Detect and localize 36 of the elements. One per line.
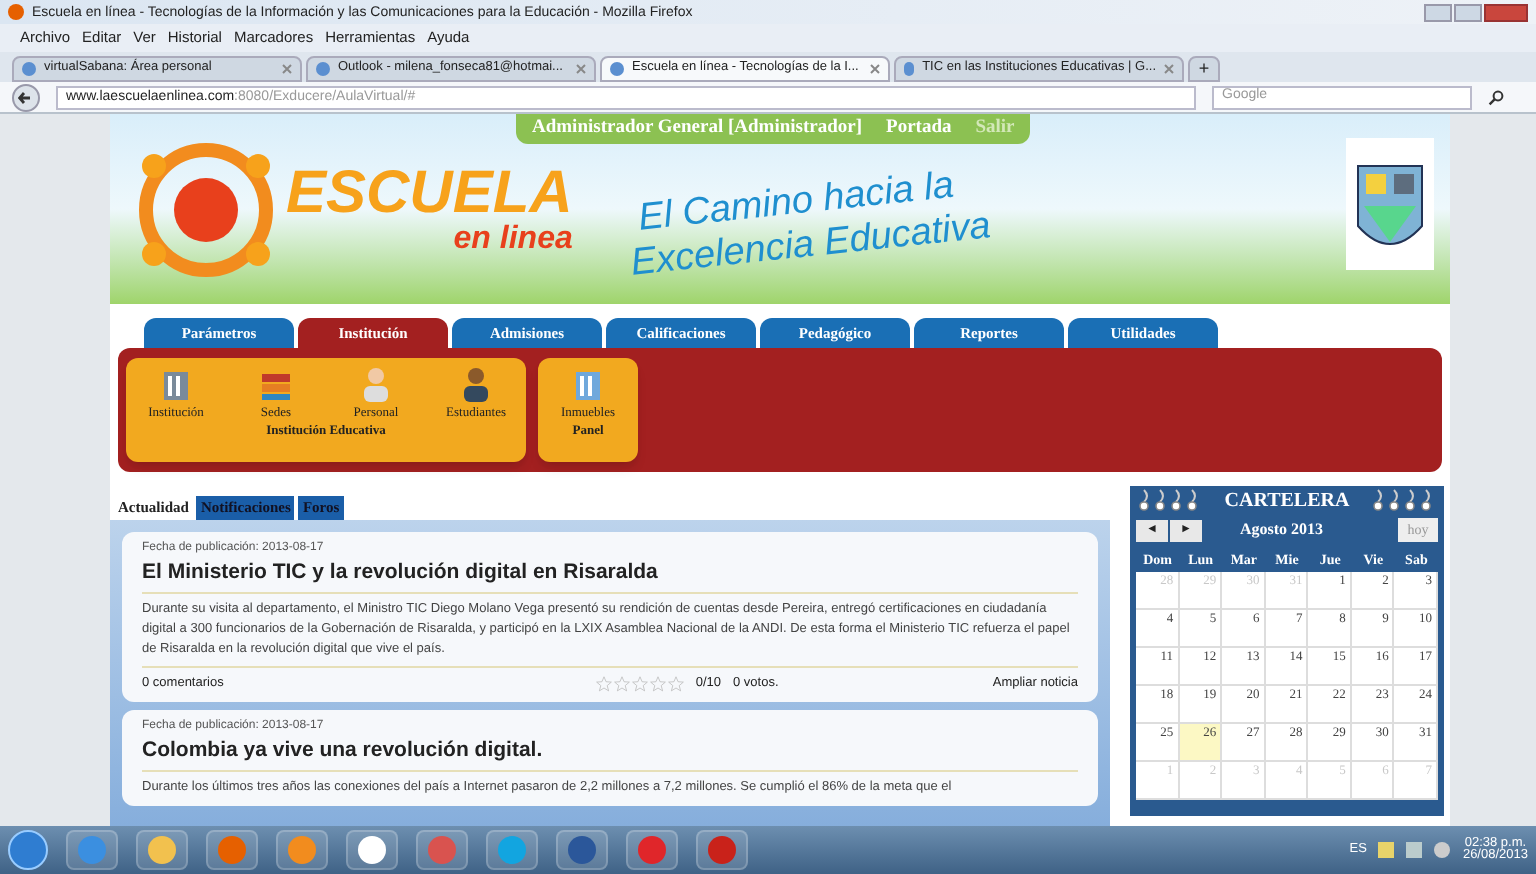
news-title: Colombia ya vive una revolución digital. [142,735,1078,771]
minimize-button[interactable] [1424,3,1452,21]
close-tab-icon[interactable] [1164,64,1174,74]
search-icon[interactable] [1488,89,1504,105]
building-icon [158,366,194,402]
page-icon [904,62,915,76]
calendar-title: CARTELERA [1224,487,1350,515]
browser-icon[interactable] [66,830,118,870]
close-tab-icon[interactable] [870,64,880,74]
new-tab-button[interactable]: + [1188,56,1220,82]
maximize-button[interactable] [1454,3,1482,21]
star-rating[interactable] [591,673,688,694]
start-button[interactable] [8,830,48,870]
news-title: El Ministerio TIC y la revolución digital en Risaralda [142,558,1078,594]
student-icon [458,366,494,402]
page-icon [610,62,624,76]
person-icon [358,366,394,402]
logo-subtitle: en linea [453,223,573,255]
star-icon[interactable] [649,675,666,692]
page-icon [316,62,330,76]
star-icon[interactable] [613,675,630,692]
logo-icon [134,137,278,281]
user-name: Administrador General [Administrador] [532,116,863,143]
logo-title: ESCUELA [286,163,573,223]
star-icon[interactable] [631,675,648,692]
close-tab-icon[interactable] [576,64,586,74]
crest-icon [1346,138,1434,270]
close-tab-icon[interactable] [282,64,292,74]
star-icon[interactable] [667,675,684,692]
star-icon[interactable] [595,675,612,692]
back-icon[interactable] [12,83,40,111]
page-icon [22,62,36,76]
folder-icon[interactable] [136,830,188,870]
calendar-month: Agosto 2013 [1240,518,1324,542]
close-button[interactable] [1484,3,1528,21]
building-icon [570,366,606,402]
